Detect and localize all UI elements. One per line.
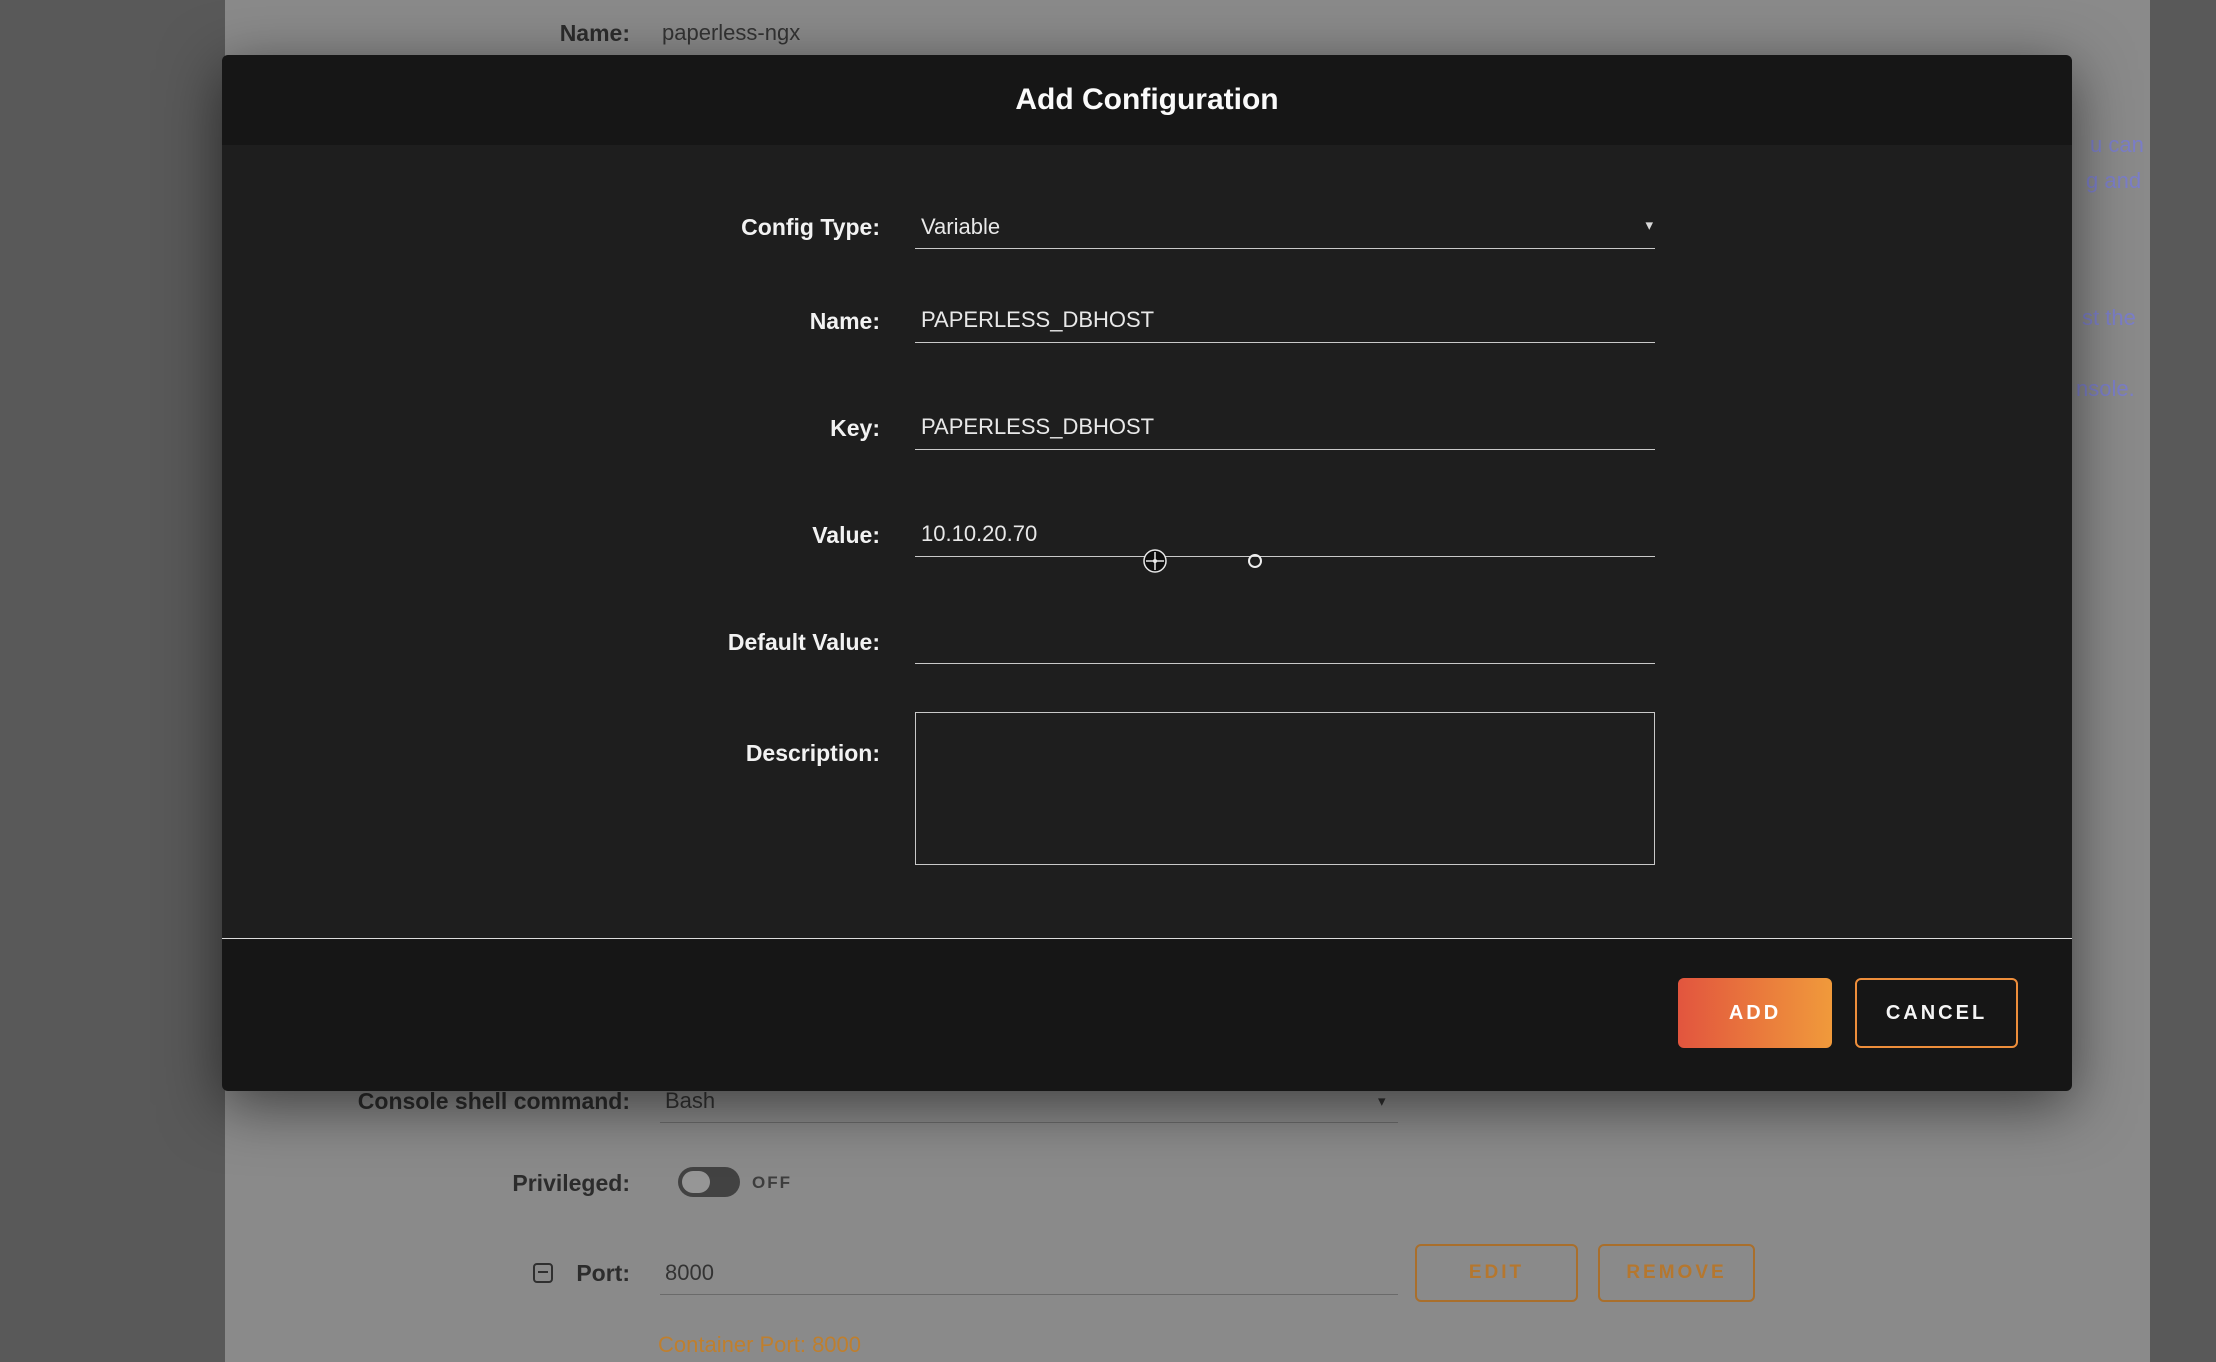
value-row: Value: (480, 513, 1655, 557)
description-label: Description: (480, 733, 880, 773)
config-type-select[interactable]: Variable ▾ (915, 205, 1655, 249)
config-type-label: Config Type: (480, 205, 880, 249)
default-value-label: Default Value: (480, 620, 880, 664)
value-input[interactable] (915, 513, 1655, 555)
chevron-down-icon: ▾ (1378, 1092, 1386, 1110)
config-type-row: Config Type: Variable ▾ (480, 205, 1655, 249)
cancel-button[interactable]: CANCEL (1855, 978, 2018, 1048)
value-label: Value: (480, 513, 880, 557)
privileged-state-label: OFF (752, 1168, 792, 1198)
bg-text-fragment: u can (2090, 132, 2144, 158)
toggle-knob (682, 1171, 710, 1193)
name-row: Name: (480, 299, 1655, 343)
remove-button[interactable]: REMOVE (1598, 1244, 1755, 1302)
privileged-label: Privileged: (200, 1168, 630, 1198)
port-label: Port: (500, 1258, 630, 1288)
edit-button[interactable]: EDIT (1415, 1244, 1578, 1302)
key-row: Key: (480, 406, 1655, 450)
config-type-value: Variable (915, 205, 1655, 249)
name-field-wrap (915, 299, 1655, 343)
port-value[interactable]: 8000 (665, 1258, 714, 1288)
modal-footer-divider (222, 938, 2072, 939)
container-port-text: Container Port: 8000 (658, 1330, 861, 1360)
add-button[interactable]: ADD (1678, 978, 1832, 1048)
privileged-toggle[interactable] (678, 1167, 740, 1197)
console-shell-underline (660, 1122, 1398, 1123)
name-input[interactable] (915, 299, 1655, 341)
description-textarea[interactable] (915, 712, 1655, 865)
pointer-dot-icon (1248, 554, 1262, 568)
key-field-wrap (915, 406, 1655, 450)
default-value-row: Default Value: (480, 620, 1655, 664)
name-label: Name: (480, 299, 880, 343)
bg-text-fragment: st the (2082, 305, 2136, 331)
bg-text-fragment: g and (2086, 168, 2141, 194)
value-field-wrap (915, 513, 1655, 557)
chevron-down-icon: ▾ (1645, 218, 1653, 233)
bg-text-fragment: nsole. (2076, 376, 2135, 402)
default-value-field-wrap (915, 620, 1655, 664)
default-value-input[interactable] (915, 620, 1655, 662)
key-label: Key: (480, 406, 880, 450)
port-underline (660, 1294, 1398, 1295)
bg-name-value: paperless-ngx (662, 18, 800, 48)
pointer-crosshair-icon (1140, 546, 1170, 581)
modal-title: Add Configuration (222, 83, 2072, 117)
bg-name-label: Name: (500, 18, 630, 48)
key-input[interactable] (915, 406, 1655, 448)
